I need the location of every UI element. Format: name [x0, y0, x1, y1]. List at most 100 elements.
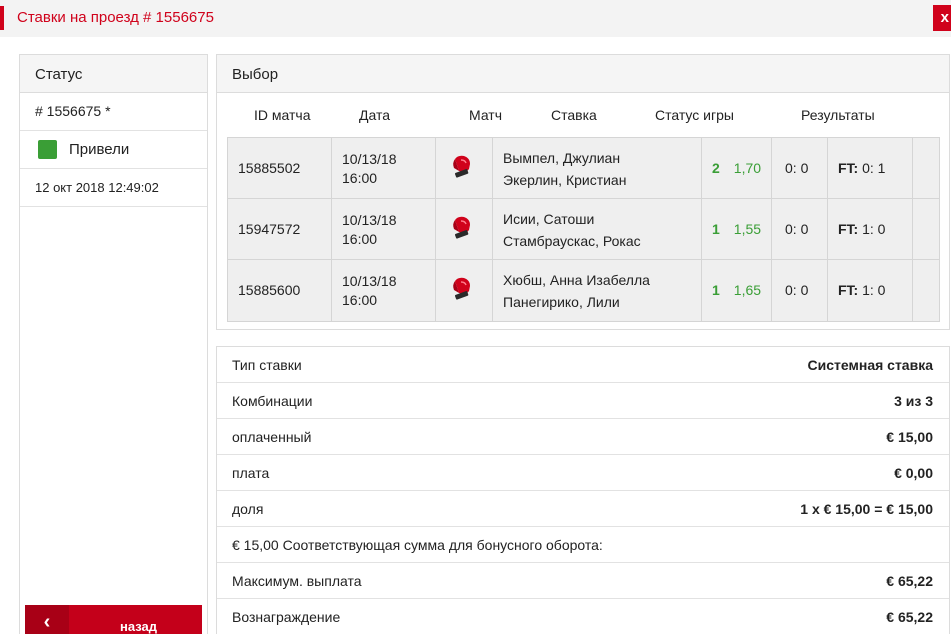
bet-id: # 1556675 *: [20, 93, 207, 131]
match-time: 16:00: [342, 292, 378, 308]
sport-cell: [436, 138, 493, 198]
detail-label: Комбинации: [232, 393, 313, 409]
table-row: 15885502 10/13/18 16:00 Вымпел, Джулиан …: [228, 138, 939, 199]
match-table: 15885502 10/13/18 16:00 Вымпел, Джулиан …: [227, 137, 940, 322]
match-table-header: ID матча Дата Матч Ставка Статус игры Ре…: [217, 93, 951, 138]
back-button-label: назад: [120, 619, 158, 634]
result-label: FT:: [838, 221, 859, 237]
sport-cell: [436, 199, 493, 259]
column-header-game-status: Статус игры: [655, 107, 734, 123]
row-end-cell: [913, 260, 939, 321]
dialog-title: Ставки на проезд # 1556675: [17, 9, 214, 26]
detail-label: Тип ставки: [232, 357, 302, 373]
match-players: Исии, Сатоши Стамбраускас, Рокас: [493, 199, 702, 259]
bet-selection: 1: [712, 221, 720, 237]
column-header-date: Дата: [359, 107, 391, 123]
bet-details-panel: Тип ставки Системная ставка Комбинации 3…: [216, 346, 950, 634]
detail-value: Системная ставка: [807, 357, 933, 373]
bet-odds: 1,70: [733, 160, 762, 176]
row-end-cell: [913, 138, 939, 198]
detail-row-stake: доля 1 x € 15,00 = € 15,00: [217, 491, 949, 527]
row-end-cell: [913, 199, 939, 259]
result-score: 0: 1: [858, 160, 886, 176]
status-panel: Статус # 1556675 * Привели 12 окт 2018 1…: [19, 54, 208, 634]
status-indicator-icon: [38, 140, 57, 159]
sport-cell: [436, 260, 493, 321]
match-players: Вымпел, Джулиан Экерлин, Кристиан: [493, 138, 702, 198]
header-accent: [0, 6, 4, 30]
detail-label: Максимум. выплата: [232, 573, 362, 589]
detail-row-reward: Вознаграждение € 65,22: [217, 599, 949, 634]
detail-label: доля: [232, 501, 264, 517]
detail-value: € 65,22: [886, 573, 933, 589]
status-panel-title: Статус: [20, 55, 207, 93]
result-score: 1: 0: [858, 282, 886, 298]
match-date: 10/13/18: [342, 151, 397, 167]
player-one: Исии, Сатоши: [503, 211, 595, 227]
close-button[interactable]: x: [933, 5, 951, 31]
bet-state-label: Привели: [69, 141, 130, 158]
column-header-results: Результаты: [801, 107, 875, 123]
player-one: Хюбш, Анна Изабелла: [503, 272, 650, 288]
bet-cell: 1 1,55: [702, 199, 772, 259]
match-datetime: 10/13/18 16:00: [332, 138, 436, 198]
result-label: FT:: [838, 282, 859, 298]
match-datetime: 10/13/18 16:00: [332, 260, 436, 321]
match-date: 10/13/18: [342, 273, 397, 289]
bet-selection: 1: [712, 282, 720, 298]
boxing-glove-icon: [453, 277, 470, 300]
chevron-left-icon: ‹: [25, 605, 69, 634]
selection-panel: Выбор ID матча Дата Матч Ставка Статус и…: [216, 54, 950, 330]
detail-row-combinations: Комбинации 3 из 3: [217, 383, 949, 419]
match-time: 16:00: [342, 170, 378, 186]
game-status: 0: 0: [772, 138, 828, 198]
detail-row-fee: плата € 0,00: [217, 455, 949, 491]
detail-row-max-payout: Максимум. выплата € 65,22: [217, 563, 949, 599]
match-datetime: 10/13/18 16:00: [332, 199, 436, 259]
game-status: 0: 0: [772, 199, 828, 259]
detail-label: Вознаграждение: [232, 609, 341, 625]
result-label: FT:: [838, 160, 859, 176]
selection-panel-title: Выбор: [217, 55, 949, 93]
match-players: Хюбш, Анна Изабелла Панегирико, Лили: [493, 260, 702, 321]
match-id: 15885600: [228, 260, 332, 321]
column-header-bet: Ставка: [551, 107, 597, 123]
bet-odds: 1,65: [733, 282, 762, 298]
bet-state: Привели: [20, 131, 207, 169]
player-two: Панегирико, Лили: [503, 294, 620, 310]
player-one: Вымпел, Джулиан: [503, 150, 621, 166]
match-result: FT: 1: 0: [828, 199, 913, 259]
bet-cell: 1 1,65: [702, 260, 772, 321]
bet-date: 12 окт 2018 12:49:02: [20, 169, 207, 207]
detail-label: плата: [232, 465, 270, 481]
match-id: 15947572: [228, 199, 332, 259]
detail-value: 3 из 3: [894, 393, 933, 409]
match-result: FT: 0: 1: [828, 138, 913, 198]
match-date: 10/13/18: [342, 212, 397, 228]
boxing-glove-icon: [453, 155, 470, 178]
boxing-glove-icon: [453, 216, 470, 239]
detail-value: 1 x € 15,00 = € 15,00: [800, 501, 933, 517]
bet-odds: 1,55: [733, 221, 762, 237]
match-result: FT: 1: 0: [828, 260, 913, 321]
detail-label: оплаченный: [232, 429, 312, 445]
game-status: 0: 0: [772, 260, 828, 321]
match-time: 16:00: [342, 231, 378, 247]
detail-row-bonus-turnover: € 15,00 Соответствующая сумма для бонусн…: [217, 527, 949, 563]
back-button[interactable]: ‹ назад: [25, 605, 202, 634]
column-header-id: ID матча: [254, 107, 311, 123]
detail-value: € 0,00: [894, 465, 933, 481]
bet-selection: 2: [712, 160, 720, 176]
detail-value: € 65,22: [886, 609, 933, 625]
match-id: 15885502: [228, 138, 332, 198]
table-row: 15947572 10/13/18 16:00 Исии, Сатоши Ста…: [228, 199, 939, 260]
detail-label: € 15,00 Соответствующая сумма для бонусн…: [232, 537, 603, 553]
player-two: Экерлин, Кристиан: [503, 172, 627, 188]
bet-cell: 2 1,70: [702, 138, 772, 198]
result-score: 1: 0: [858, 221, 886, 237]
dialog-header: Ставки на проезд # 1556675 x: [0, 0, 951, 37]
detail-row-bet-type: Тип ставки Системная ставка: [217, 347, 949, 383]
column-header-match: Матч: [469, 107, 503, 123]
player-two: Стамбраускас, Рокас: [503, 233, 641, 249]
table-row: 15885600 10/13/18 16:00 Хюбш, Анна Изабе…: [228, 260, 939, 321]
